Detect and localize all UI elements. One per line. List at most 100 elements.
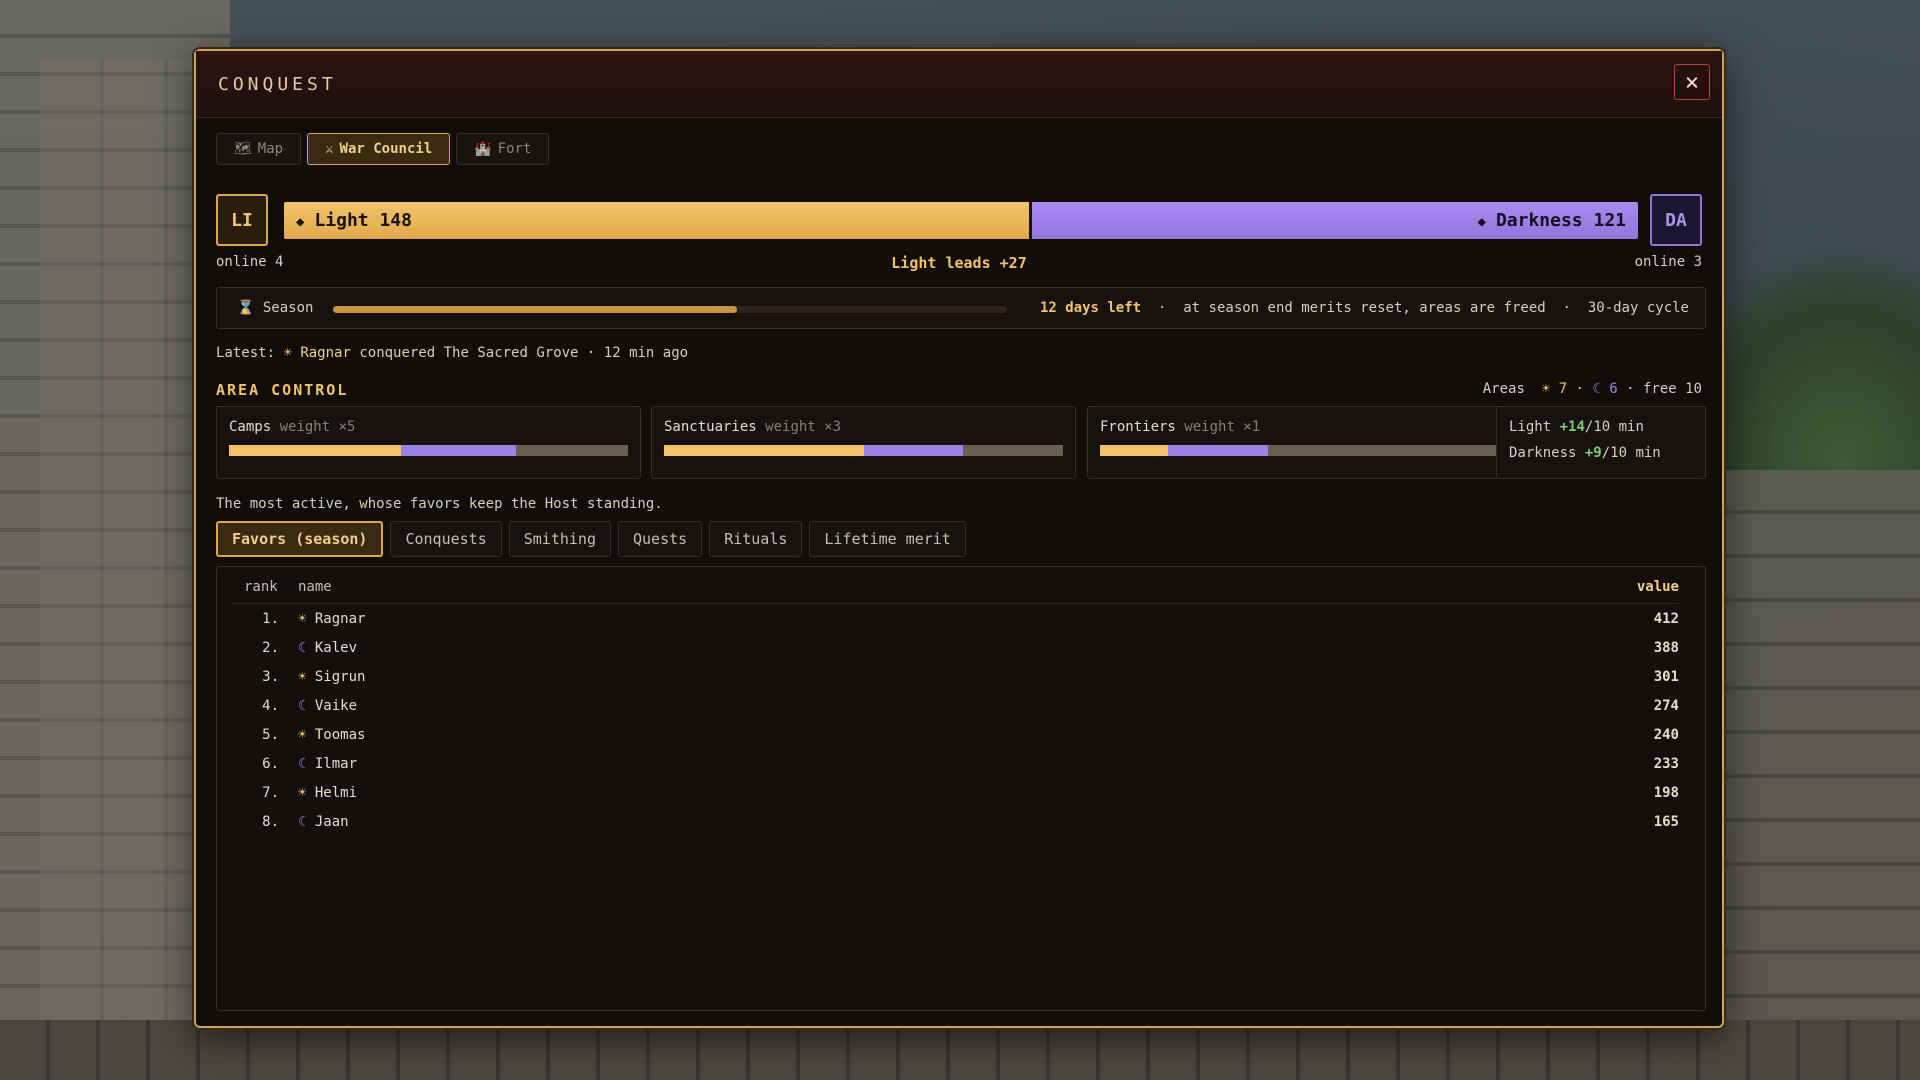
close-button[interactable]: ×	[1674, 64, 1710, 100]
player-name: Vaike	[314, 698, 358, 714]
row-value: 412	[1653, 611, 1679, 627]
season-days-left: 12 days left	[1039, 300, 1142, 316]
moon-icon: ☾	[298, 698, 307, 714]
darkness-score-label: Darkness 121	[1495, 210, 1626, 231]
light-control-segment	[229, 445, 401, 456]
season-panel: ⌛ Season 12 days left · at season end me…	[216, 287, 1706, 329]
latest-label: Latest:	[216, 345, 276, 361]
lb-tab-lifetime-merit[interactable]: Lifetime merit	[809, 521, 966, 557]
table-body: 1. ☀ Ragnar 412 2. ☾ Kalev 388 3. ☀ Sigrun 301 4.…	[231, 605, 1679, 837]
map-icon: 🗺	[234, 141, 252, 157]
player-name: Helmi	[314, 785, 358, 801]
row-rank: 3.	[262, 669, 279, 685]
row-value: 233	[1653, 756, 1679, 772]
player-name: Jaan	[314, 814, 349, 830]
separator: ·	[1157, 300, 1167, 316]
player-name: Ragnar	[314, 611, 366, 627]
tab-fort[interactable]: 🏰 Fort	[456, 133, 550, 165]
rate-label: Darkness	[1509, 445, 1577, 461]
main-tabs: 🗺 Map ⚔ War Council 🏰 Fort	[216, 133, 550, 165]
leaderboard-tabs: Favors (season) Conquests Smithing Quest…	[216, 521, 966, 557]
dark-rate: +9	[1584, 445, 1602, 461]
table-row[interactable]: 7. ☀ Helmi 198	[231, 779, 1679, 808]
light-faction-badge: LI	[216, 194, 268, 246]
leaderboard-table: rank name value 1. ☀ Ragnar 412 2. ☾ Kalev 38…	[216, 566, 1706, 1011]
tab-war-council[interactable]: ⚔ War Council	[307, 133, 451, 165]
row-value: 388	[1653, 640, 1679, 656]
darkness-faction-badge: DA	[1650, 194, 1702, 246]
table-row[interactable]: 1. ☀ Ragnar 412	[231, 605, 1679, 634]
diamond-icon: ◆	[296, 214, 305, 230]
lb-tab-quests[interactable]: Quests	[618, 521, 703, 557]
table-row[interactable]: 3. ☀ Sigrun 301	[231, 663, 1679, 692]
table-row[interactable]: 8. ☾ Jaan 165	[231, 808, 1679, 837]
hourglass-icon: ⌛	[237, 300, 255, 316]
player-name: Ilmar	[314, 756, 358, 772]
area-name: Frontiers	[1100, 419, 1176, 435]
sun-icon: ☀	[298, 727, 307, 743]
latest-player[interactable]: Ragnar	[300, 345, 351, 361]
moon-icon: ☾	[298, 640, 307, 656]
modal-header: CONQUEST ×	[196, 51, 1722, 118]
dark-area-count: 6	[1609, 381, 1618, 397]
lb-tab-favors[interactable]: Favors (season)	[216, 521, 384, 557]
row-rank: 8.	[262, 814, 279, 830]
row-rank: 6.	[262, 756, 279, 772]
table-row[interactable]: 5. ☀ Toomas 240	[231, 721, 1679, 750]
light-control-segment	[664, 445, 864, 456]
light-area-count: 7	[1558, 381, 1568, 397]
lb-tab-rituals[interactable]: Rituals	[709, 521, 803, 557]
diamond-icon: ◆	[1477, 214, 1486, 230]
castle-icon: 🏰	[474, 141, 492, 157]
row-rank: 2.	[262, 640, 279, 656]
separator: ·	[1562, 300, 1571, 316]
modal-title: CONQUEST	[218, 74, 337, 95]
row-name: ☾ Ilmar	[298, 756, 357, 772]
row-name: ☀ Sigrun	[298, 669, 365, 685]
areas-label: Areas	[1482, 381, 1525, 397]
rate-unit: /10 min	[1584, 419, 1644, 435]
season-info: 12 days left · at season end merits rese…	[1040, 300, 1689, 316]
area-weight: weight ×1	[1184, 419, 1261, 435]
player-name: Sigrun	[314, 669, 366, 685]
tab-label: Fort	[497, 141, 532, 157]
row-name: ☾ Kalev	[298, 640, 357, 656]
row-name: ☾ Vaike	[298, 698, 357, 714]
season-label: Season	[262, 300, 314, 316]
crossed-swords-icon: ⚔	[325, 141, 334, 157]
light-rate: +14	[1559, 419, 1585, 435]
table-row[interactable]: 6. ☾ Ilmar 233	[231, 750, 1679, 779]
darkness-online-count: online 3	[1634, 254, 1702, 270]
close-icon: ×	[1684, 68, 1700, 96]
area-control-bar	[1100, 445, 1499, 456]
row-value: 165	[1653, 814, 1679, 830]
sun-icon: ☀	[1541, 381, 1551, 397]
background-cobblestones	[0, 1020, 1920, 1080]
area-name: Camps	[229, 419, 272, 435]
lead-status: Light leads +27	[891, 254, 1027, 272]
merit-rate-card: Light +14/10 min Darkness +9/10 min	[1496, 406, 1706, 479]
darkness-score-segment: ◆ Darkness 121	[1028, 202, 1638, 239]
tab-map[interactable]: 🗺 Map	[216, 133, 302, 165]
column-rank: rank	[244, 579, 278, 595]
sun-icon: ☀	[298, 669, 307, 685]
row-rank: 1.	[262, 611, 279, 627]
rate-unit: /10 min	[1601, 445, 1661, 461]
tab-label: War Council	[339, 141, 433, 157]
tab-label: Map	[257, 141, 284, 157]
row-value: 274	[1653, 698, 1679, 714]
table-row[interactable]: 4. ☾ Vaike 274	[231, 692, 1679, 721]
lb-tab-conquests[interactable]: Conquests	[390, 521, 502, 557]
area-weight: weight ×5	[279, 419, 356, 435]
row-rank: 5.	[262, 727, 279, 743]
light-score-label: Light 148	[314, 210, 412, 231]
faction-score-bar: ◆ Light 148 ◆ Darkness 121	[284, 202, 1638, 239]
table-row[interactable]: 2. ☾ Kalev 388	[231, 634, 1679, 663]
row-rank: 4.	[262, 698, 279, 714]
season-progress-bar	[333, 306, 1007, 313]
area-card-frontiers: Frontiers weight ×1	[1087, 406, 1512, 479]
row-name: ☀ Helmi	[298, 785, 357, 801]
lb-tab-smithing[interactable]: Smithing	[508, 521, 611, 557]
sun-icon: ☀	[298, 611, 307, 627]
moon-icon: ☾	[298, 814, 307, 830]
